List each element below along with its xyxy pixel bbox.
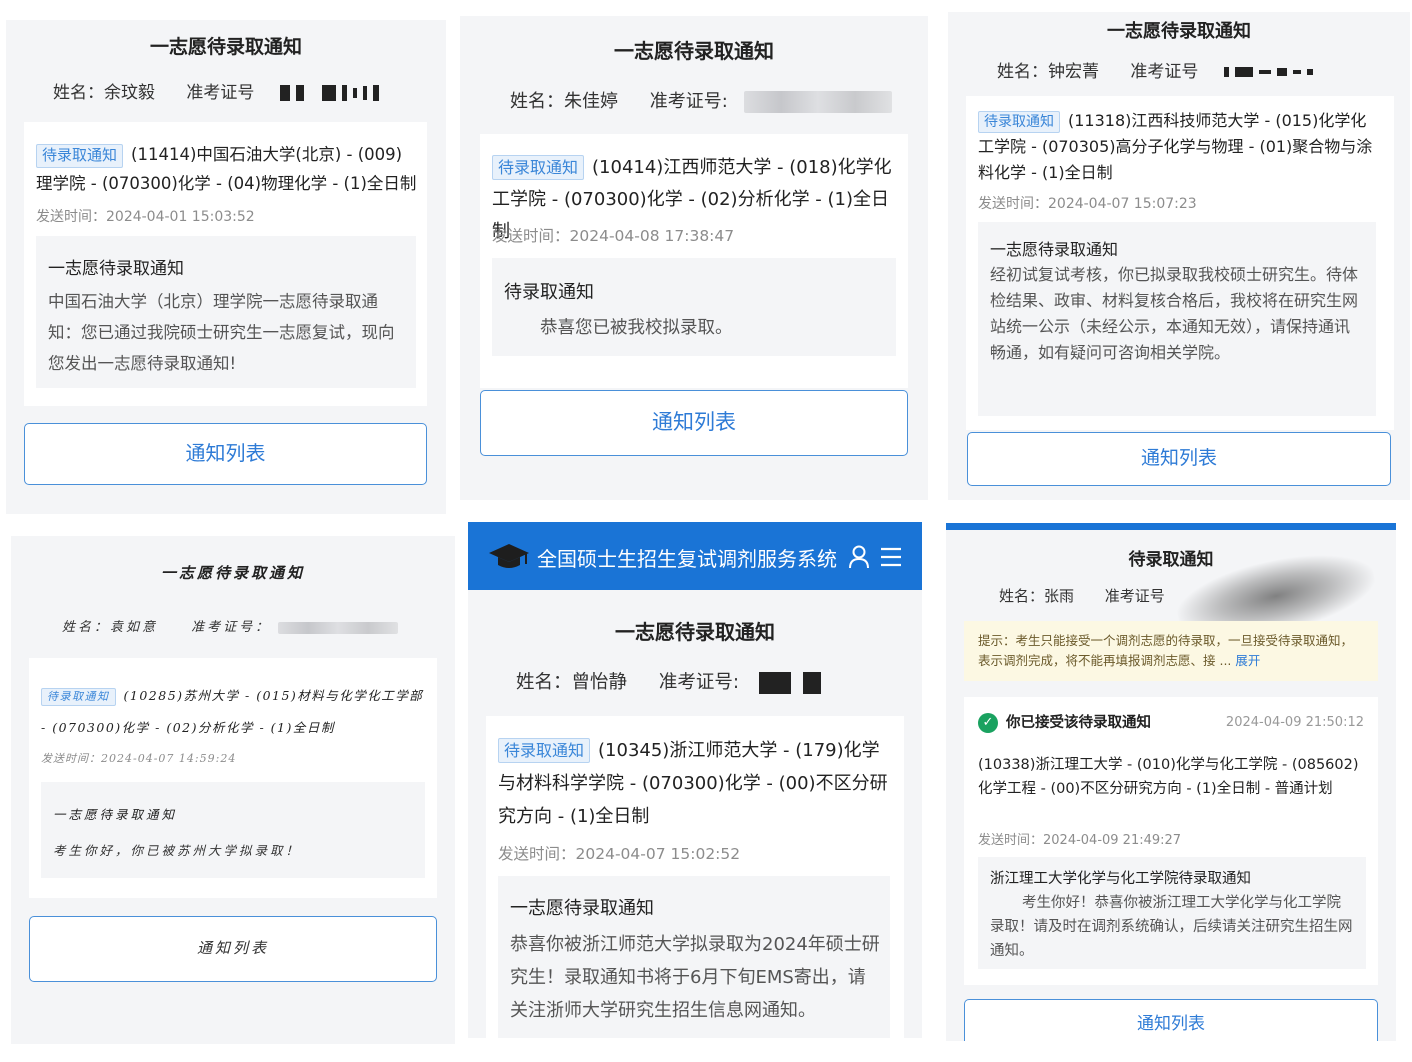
candidate-name: 姓名：钟宏菁: [997, 62, 1099, 82]
candidate-name: 姓名：余玟毅: [53, 83, 155, 103]
redacted-exam-number: [1223, 62, 1319, 82]
notice-panel-5: 全国硕士生招生复试调剂服务系统 一志愿待录取通知 姓名：曾怡静 准考证号: 待录…: [468, 522, 922, 1038]
exam-number-label: 准考证号: [186, 83, 255, 103]
pending-admission-tag: 待录取通知: [492, 155, 585, 181]
page-title: 一志愿待录取通知: [1107, 21, 1251, 42]
program-line: 待录取通知 (10285)苏州大学 - (015)材料与化学化工学部 - (070…: [41, 680, 429, 744]
candidate-name: 姓名：曾怡静: [516, 672, 628, 693]
message-box: 待录取通知 恭喜您已被我校拟录取。: [492, 258, 896, 356]
notice-list-button[interactable]: 通知列表: [24, 423, 427, 485]
redacted-exam-number: [278, 621, 399, 634]
candidate-info: 姓名：袁如意 准考证号：: [62, 616, 399, 635]
message-box: 一志愿待录取通知 恭喜你被浙江师范大学拟录取为2024年硕士研究生！录取通知书将…: [498, 876, 890, 1038]
message-body: 经初试复试考核，你已拟录取我校硕士研究生。待体检结果、政审、材料复核合格后，我校…: [990, 265, 1359, 362]
candidate-name: 姓名：张雨: [999, 587, 1075, 605]
sent-time: 发送时间：2024-04-01 15:03:52: [36, 209, 255, 225]
exam-number-label: 准考证号:: [649, 91, 728, 112]
page-title: 一志愿待录取通知: [614, 39, 774, 63]
notice-list-button[interactable]: 通知列表: [29, 916, 437, 982]
notice-panel-3: 一志愿待录取通知 姓名：钟宏菁 准考证号 待录取通知 (11318)江西科技师范大…: [948, 12, 1410, 500]
program-line: 待录取通知 (11414)中国石油大学(北京) - (009)理学院 - (070…: [36, 140, 418, 198]
notice-list-button[interactable]: 通知列表: [480, 390, 908, 456]
exam-number-label: 准考证号：: [191, 620, 272, 635]
message-box: 一志愿待录取通知 经初试复试考核，你已拟录取我校硕士研究生。待体检结果、政审、材…: [978, 222, 1376, 416]
graduation-cap-icon: [489, 544, 529, 568]
exam-number-label: 准考证号:: [658, 672, 740, 693]
exam-number-label: 准考证号: [1104, 587, 1165, 605]
sent-time: 发送时间：2024-04-09 21:49:27: [978, 833, 1182, 848]
tip-text: 提示：考生只能接受一个调剂志愿的待录取，一旦接受待录取通知，表示调剂完成，将不能…: [978, 633, 1354, 668]
pending-admission-tag: 待录取通知: [498, 738, 591, 764]
pending-admission-tag: 待录取通知: [36, 144, 124, 168]
sent-time: 发送时间：2024-04-07 14:59:24: [41, 752, 237, 765]
accepted-text: 你已接受该待录取通知: [1006, 715, 1151, 731]
accepted-status: ✓ 你已接受该待录取通知: [978, 711, 1151, 733]
candidate-info: 姓名：钟宏菁 准考证号: [997, 57, 1319, 82]
program-line: 待录取通知 (10345)浙江师范大学 - (179)化学与材料科学学院 - (0…: [498, 734, 894, 833]
notice-list-button[interactable]: 通知列表: [967, 432, 1391, 486]
message-title: 一志愿待录取通知: [990, 240, 1119, 259]
menu-icon[interactable]: [880, 547, 902, 567]
candidate-info: 姓名：朱佳婷 准考证号:: [510, 87, 892, 113]
notice-card: 待录取通知 (10345)浙江师范大学 - (179)化学与材料科学学院 - (0…: [486, 716, 904, 1038]
sent-time: 发送时间：2024-04-07 15:02:52: [498, 845, 741, 863]
message-title: 一志愿待录取通知: [53, 807, 178, 822]
sent-time: 发送时间：2024-04-08 17:38:47: [492, 227, 735, 245]
message-body: 恭喜你被浙江师范大学拟录取为2024年硕士研究生！录取通知书将于6月下旬EMS寄…: [510, 934, 880, 1021]
message-title: 一志愿待录取通知: [48, 259, 184, 279]
notice-list-button[interactable]: 通知列表: [964, 999, 1378, 1041]
message-title: 浙江理工大学化学与化工学院待录取通知: [990, 871, 1251, 887]
message-box: 一志愿待录取通知 考生你好，你已被苏州大学拟录取！: [41, 782, 425, 878]
check-circle-icon: ✓: [978, 713, 998, 733]
app-header: 全国硕士生招生复试调剂服务系统: [468, 522, 922, 590]
message-box: 浙江理工大学化学与化工学院待录取通知 考生你好！恭喜你被浙江理工大学化学与化工学…: [978, 857, 1366, 969]
notice-panel-4: 一志愿待录取通知 姓名：袁如意 准考证号： 待录取通知 (10285)苏州大学 -…: [11, 536, 455, 1044]
candidate-name: 姓名：袁如意: [62, 620, 159, 635]
candidate-name: 姓名：朱佳婷: [510, 91, 618, 112]
message-title: 待录取通知: [504, 282, 594, 303]
exam-number-label: 准考证号: [1130, 62, 1199, 82]
message-body: 考生你好！恭喜你被浙江理工大学化学与化工学院录取！请及时在调剂系统确认，后续请关…: [990, 895, 1353, 959]
message-body: 恭喜您已被我校拟录取。: [540, 318, 733, 338]
candidate-info: 姓名：曾怡静 准考证号:: [516, 668, 827, 694]
redacted-exam-number: [759, 672, 827, 694]
pending-admission-tag: 待录取通知: [41, 688, 116, 706]
notice-panel-6: 待录取通知 姓名：张雨 准考证号 提示：考生只能接受一个调剂志愿的待录取，一旦接…: [946, 523, 1396, 1041]
page-title: 一志愿待录取通知: [149, 36, 302, 58]
candidate-info: 姓名：张雨 准考证号: [999, 585, 1165, 606]
notice-panel-1: 一志愿待录取通知 姓名：余玟毅 准考证号 待录取通知 (11414)中国石油大学(…: [6, 20, 446, 514]
program-text: (10338)浙江理工大学 - (010)化学与化工学院 - (085602)化…: [978, 757, 1359, 797]
message-box: 一志愿待录取通知 中国石油大学（北京）理学院一志愿待录取通知：您已通过我院硕士研…: [36, 236, 416, 388]
notice-card: 待录取通知 (10414)江西师范大学 - (018)化学化工学院 - (0703…: [480, 134, 908, 388]
app-title: 全国硕士生招生复试调剂服务系统: [537, 547, 837, 571]
accepted-time: 2024-04-09 21:50:12: [1225, 715, 1364, 730]
notice-card: 待录取通知 (11414)中国石油大学(北京) - (009)理学院 - (070…: [24, 122, 427, 406]
top-accent-bar: [946, 523, 1396, 530]
candidate-info: 姓名：余玟毅 准考证号: [53, 78, 385, 103]
notice-card: 待录取通知 (10285)苏州大学 - (015)材料与化学化工学部 - (070…: [29, 658, 437, 898]
redacted-exam-number: [743, 91, 892, 113]
notice-card: 待录取通知 (11318)江西科技师范大学 - (015)化学化工学院 - (07…: [966, 96, 1394, 430]
expand-link[interactable]: 展开: [1235, 653, 1260, 668]
notice-panel-2: 一志愿待录取通知 姓名：朱佳婷 准考证号: 待录取通知 (10414)江西师范大学…: [460, 16, 928, 500]
message-title: 一志愿待录取通知: [510, 898, 654, 919]
message-body: 中国石油大学（北京）理学院一志愿待录取通知：您已通过我院硕士研究生一志愿复试，现…: [48, 292, 395, 373]
notice-tip: 提示：考生只能接受一个调剂志愿的待录取，一旦接受待录取通知，表示调剂完成，将不能…: [964, 621, 1378, 681]
page-title: 一志愿待录取通知: [615, 620, 775, 644]
notice-card: ✓ 你已接受该待录取通知 2024-04-09 21:50:12 (10338)浙…: [964, 697, 1378, 985]
program-line: 待录取通知 (11318)江西科技师范大学 - (015)化学化工学院 - (07…: [978, 108, 1382, 186]
message-body: 考生你好，你已被苏州大学拟录取！: [53, 843, 302, 858]
page-title: 一志愿待录取通知: [160, 564, 305, 582]
user-icon[interactable]: [848, 545, 870, 569]
sent-time: 发送时间：2024-04-07 15:07:23: [978, 196, 1197, 212]
pending-admission-tag: 待录取通知: [978, 111, 1060, 134]
redacted-exam-number: [279, 83, 385, 103]
